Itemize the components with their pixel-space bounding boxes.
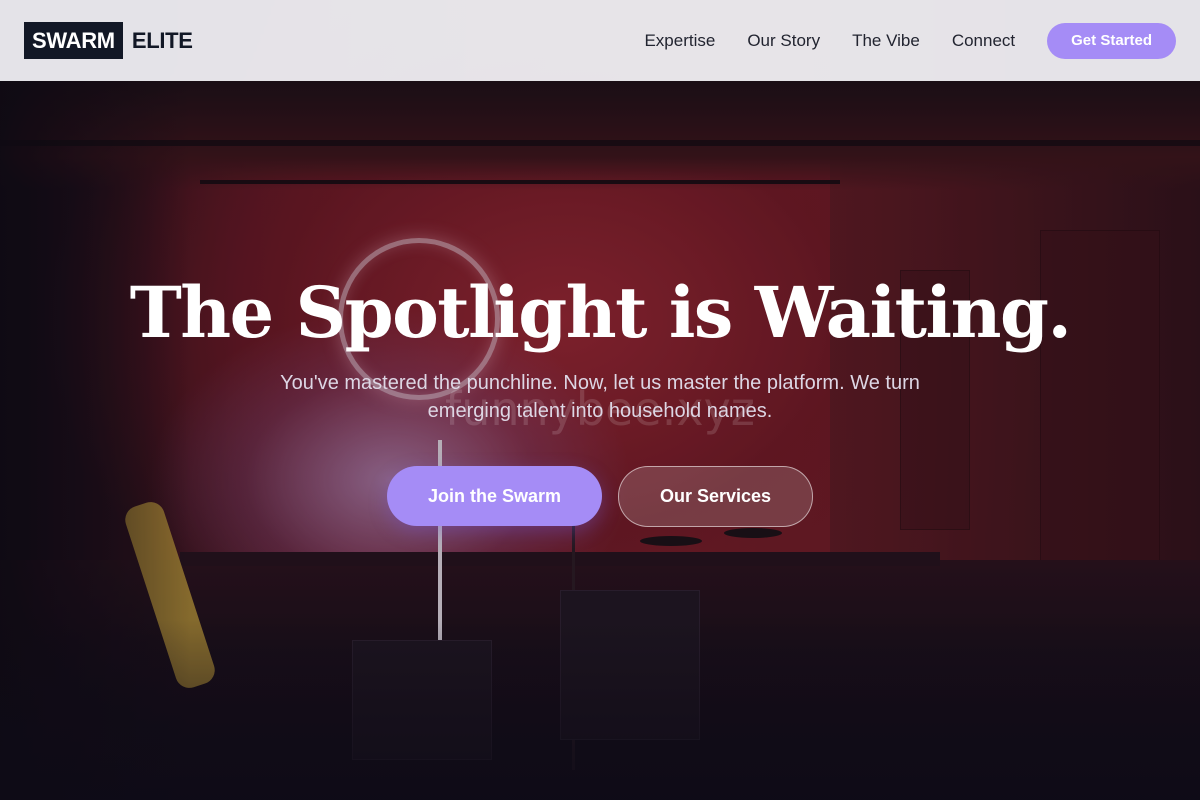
navbar: SWARM ELITE Expertise Our Story The Vibe… xyxy=(0,0,1200,81)
logo-box: SWARM xyxy=(24,22,123,59)
hero-headline: The Spotlight is Waiting. xyxy=(129,271,1072,354)
nav-link-expertise[interactable]: Expertise xyxy=(644,31,715,51)
nav-link-connect[interactable]: Connect xyxy=(952,31,1015,51)
nav-link-our-story[interactable]: Our Story xyxy=(747,31,820,51)
join-the-swarm-button[interactable]: Join the Swarm xyxy=(387,466,602,526)
hero-buttons: Join the Swarm Our Services xyxy=(0,466,1200,527)
hero-subtitle: You've mastered the punchline. Now, let … xyxy=(280,372,920,422)
nav-link-the-vibe[interactable]: The Vibe xyxy=(852,31,920,51)
our-services-button[interactable]: Our Services xyxy=(618,466,813,527)
logo-text: ELITE xyxy=(131,27,193,53)
logo[interactable]: SWARM ELITE xyxy=(24,22,193,59)
get-started-button[interactable]: Get Started xyxy=(1047,22,1176,59)
nav-links: Expertise Our Story The Vibe Connect xyxy=(644,31,1015,51)
